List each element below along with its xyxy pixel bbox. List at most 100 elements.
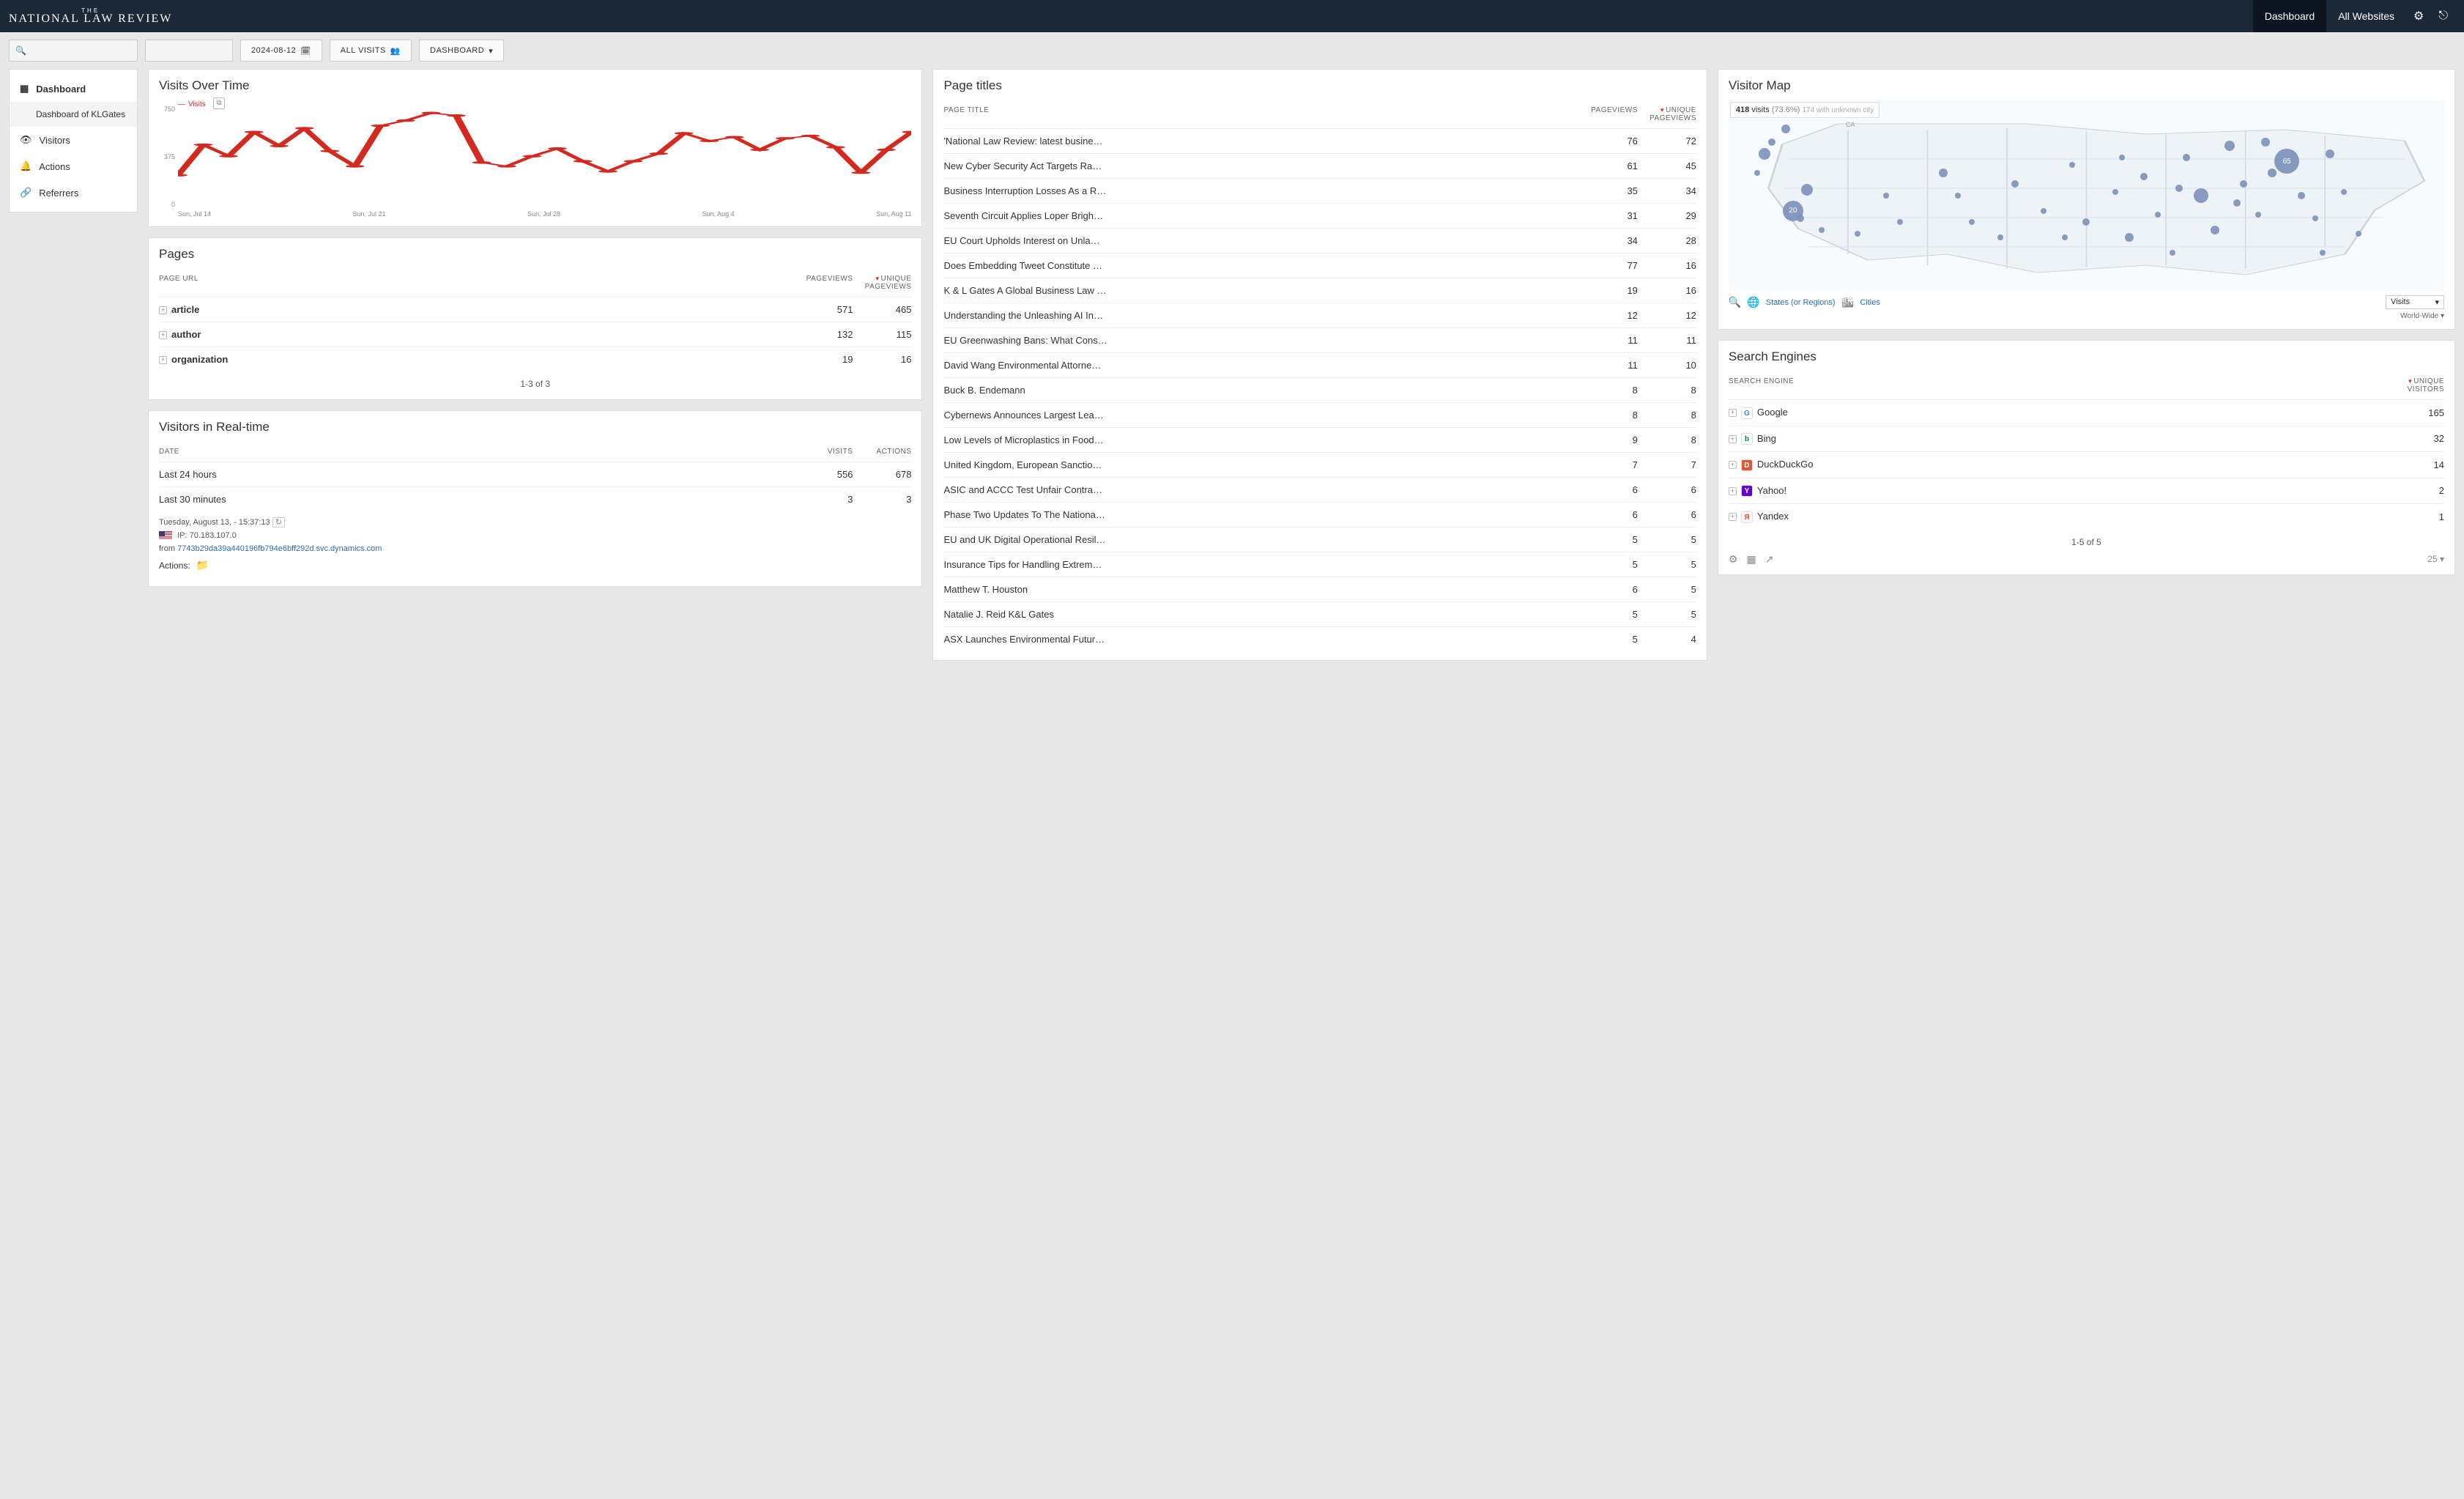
visitor-map[interactable]: 418 visits (73.6%) 174 with unknown city… xyxy=(1729,100,2444,291)
col-upv[interactable]: ▾UNIQUE PAGEVIEWS xyxy=(853,275,911,291)
col-date[interactable]: DATE xyxy=(159,448,794,456)
table-row[interactable]: ASX Launches Environmental Futur…54 xyxy=(943,627,1696,651)
card-title: Visitors in Real-time xyxy=(159,420,911,434)
from-label: from xyxy=(159,544,175,553)
table-row[interactable]: +organization1916 xyxy=(159,347,911,371)
ytick: 0 xyxy=(171,201,175,208)
table-row[interactable]: +article571465 xyxy=(159,297,911,322)
map-bubble[interactable]: 20 xyxy=(1783,201,1803,221)
segment-selector[interactable]: ALL VISITS👥 xyxy=(330,40,412,62)
map-scope-select[interactable]: World-Wide ▾ xyxy=(1729,309,2444,320)
cities-link[interactable]: Cities xyxy=(1860,298,1880,307)
table-row[interactable]: Does Embedding Tweet Constitute …7716 xyxy=(943,253,1696,278)
table-row[interactable]: EU Greenwashing Bans: What Cons…1111 xyxy=(943,328,1696,353)
table-row[interactable]: Natalie J. Reid K&L Gates55 xyxy=(943,602,1696,627)
y-axis: 750 375 0 xyxy=(159,109,177,204)
table-row[interactable]: +bBing32 xyxy=(1729,426,2444,453)
expand-icon[interactable]: + xyxy=(1729,409,1737,417)
table-row[interactable]: Buck B. Endemann88 xyxy=(943,378,1696,403)
table-row[interactable]: +author132115 xyxy=(159,322,911,347)
table-icon[interactable]: ▦ xyxy=(1746,553,1756,566)
ytick: 375 xyxy=(164,153,175,160)
expand-icon[interactable]: + xyxy=(1729,435,1737,443)
table-row[interactable]: Last 30 minutes33 xyxy=(159,487,911,511)
globe-icon[interactable]: 🌐 xyxy=(1747,296,1759,308)
col-uv[interactable]: ▾UNIQUE VISITORS xyxy=(2386,377,2444,393)
table-row[interactable]: Business Interruption Losses As a R…3534 xyxy=(943,179,1696,204)
card-title: Pages xyxy=(159,247,911,262)
card-visitor-map: Visitor Map 418 visits (73.6%) 174 with … xyxy=(1718,69,2455,330)
sidebar-sub-klgates[interactable]: Dashboard of KLGates xyxy=(10,102,137,127)
page-size[interactable]: 25 ▾ xyxy=(2427,554,2444,564)
col-title[interactable]: PAGE TITLE xyxy=(943,106,1578,122)
table-row[interactable]: Insurance Tips for Handling Extrem…55 xyxy=(943,552,1696,577)
folder-icon[interactable]: 📁 xyxy=(196,559,209,571)
table-row[interactable]: EU and UK Digital Operational Resil…55 xyxy=(943,528,1696,552)
table-row[interactable]: +YYahoo!2 xyxy=(1729,478,2444,505)
table-row[interactable]: Low Levels of Microplastics in Food…98 xyxy=(943,428,1696,453)
us-map-svg xyxy=(1729,100,2444,291)
sidebar-item-actions[interactable]: 🔔Actions xyxy=(10,153,137,179)
logout-icon[interactable]: ⎋ xyxy=(2431,10,2455,23)
view-selector[interactable]: DASHBOARD▾ xyxy=(419,40,504,62)
expand-icon[interactable]: + xyxy=(159,356,167,364)
sidebar-label: Referrers xyxy=(39,188,78,199)
expand-icon[interactable]: + xyxy=(1729,487,1737,495)
segment-value: ALL VISITS xyxy=(341,46,386,55)
table-row[interactable]: United Kingdom, European Sanctio…77 xyxy=(943,453,1696,478)
table-row[interactable]: +DDuckDuckGo14 xyxy=(1729,452,2444,478)
zoom-icon[interactable]: 🔍 xyxy=(1729,296,1741,308)
table-row[interactable]: 'National Law Review: latest busine…7672 xyxy=(943,129,1696,154)
xtick: Sun, Aug 4 xyxy=(702,210,735,218)
sidebar-item-visitors[interactable]: 👁Visitors xyxy=(10,127,137,153)
caret-down-icon: ▾ xyxy=(489,46,493,56)
chart-config-icon[interactable]: ⧉ xyxy=(213,97,225,109)
nav-all-websites[interactable]: All Websites xyxy=(2326,0,2406,32)
expand-icon[interactable]: + xyxy=(1729,513,1737,521)
card-search-engines: Search Engines SEARCH ENGINE ▾UNIQUE VIS… xyxy=(1718,340,2455,575)
table-row[interactable]: Phase Two Updates To The Nationa…66 xyxy=(943,503,1696,528)
table-row[interactable]: Cybernews Announces Largest Lea…88 xyxy=(943,403,1696,428)
realtime-header: DATE VISITS ACTIONS xyxy=(159,442,911,462)
expand-icon[interactable]: + xyxy=(1729,461,1737,469)
table-row[interactable]: David Wang Environmental Attorne…1110 xyxy=(943,353,1696,378)
refresh-icon[interactable]: ↻ xyxy=(272,517,285,528)
col-engine[interactable]: SEARCH ENGINE xyxy=(1729,377,2386,393)
expand-icon[interactable]: + xyxy=(159,306,167,314)
visits-line-chart[interactable]: Visits ⧉ 750 375 0 Sun, Jul 14 Sun, Jul … xyxy=(159,100,911,218)
sidebar-item-dashboard[interactable]: ▦Dashboard xyxy=(10,75,137,102)
nav-dashboard[interactable]: Dashboard xyxy=(2253,0,2327,32)
states-link[interactable]: States (or Regions) xyxy=(1766,298,1836,307)
table-row[interactable]: K & L Gates A Global Business Law …1916 xyxy=(943,278,1696,303)
export-icon[interactable]: ↗ xyxy=(1765,553,1774,566)
col-actions[interactable]: ACTIONS xyxy=(853,448,911,456)
topbar: THE NATIONAL LAW REVIEW Dashboard All We… xyxy=(0,0,2464,32)
map-unknown: 174 with unknown city xyxy=(1802,106,1874,114)
site-selector[interactable] xyxy=(145,40,233,62)
table-row[interactable]: Matthew T. Houston65 xyxy=(943,577,1696,602)
table-row[interactable]: Seventh Circuit Applies Loper Brigh…3129 xyxy=(943,204,1696,229)
map-metric-select[interactable]: Visits▾ xyxy=(2386,295,2444,309)
col-upv[interactable]: ▾UNIQUE PAGEVIEWS xyxy=(1638,106,1696,122)
sidebar-item-referrers[interactable]: 🔗Referrers xyxy=(10,179,137,206)
from-link[interactable]: 7743b29da39a440196fb794e6bff292d.svc.dyn… xyxy=(177,544,382,553)
date-picker[interactable]: 2024-08-12🗓 xyxy=(240,40,322,62)
table-row[interactable]: +ЯYandex1 xyxy=(1729,504,2444,530)
x-axis: Sun, Jul 14 Sun, Jul 21 Sun, Jul 28 Sun,… xyxy=(178,210,911,218)
map-bubble[interactable]: 65 xyxy=(2274,149,2299,174)
col-pv[interactable]: PAGEVIEWS xyxy=(794,275,853,291)
col-url[interactable]: PAGE URL xyxy=(159,275,794,291)
search-input[interactable]: 🔍 xyxy=(9,40,138,62)
gear-icon[interactable]: ⚙ xyxy=(1729,553,1738,566)
col-visits[interactable]: VISITS xyxy=(794,448,853,456)
col-pv[interactable]: PAGEVIEWS xyxy=(1579,106,1638,122)
table-row[interactable]: New Cyber Security Act Targets Ra…6145 xyxy=(943,154,1696,179)
table-row[interactable]: Last 24 hours556678 xyxy=(159,462,911,487)
table-row[interactable]: ASIC and ACCC Test Unfair Contra…66 xyxy=(943,478,1696,503)
table-row[interactable]: Understanding the Unleashing AI In…1212 xyxy=(943,303,1696,328)
gear-icon[interactable]: ⚙ xyxy=(2406,9,2431,23)
table-row[interactable]: +GGoogle165 xyxy=(1729,400,2444,426)
xtick: Sun, Jul 28 xyxy=(527,210,560,218)
expand-icon[interactable]: + xyxy=(159,331,167,339)
table-row[interactable]: EU Court Upholds Interest on Unla…3428 xyxy=(943,229,1696,253)
